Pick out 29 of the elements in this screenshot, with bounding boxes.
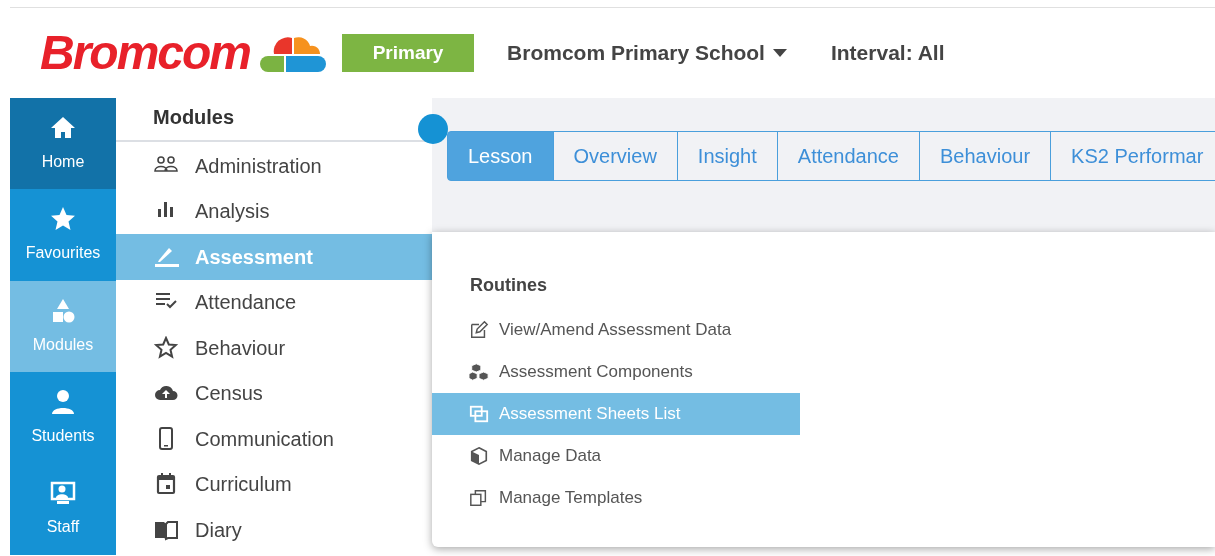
- copy-icon: [469, 404, 489, 424]
- module-item[interactable]: Behaviour: [116, 325, 432, 371]
- logo-text: Bromcom: [40, 29, 251, 77]
- caret-icon: [772, 49, 787, 57]
- module-item[interactable]: Curriculum: [116, 461, 432, 507]
- star-icon: [153, 335, 179, 360]
- routine-item[interactable]: View/Amend Assessment Data: [432, 309, 800, 351]
- phase-badge: Primary: [342, 34, 475, 72]
- cube-icon: [469, 446, 489, 466]
- toggle-handle[interactable]: [418, 114, 448, 144]
- module-item[interactable]: Diary: [116, 507, 432, 553]
- person-icon: [49, 387, 77, 416]
- panel-title: Modules: [153, 105, 235, 130]
- module-item[interactable]: Administration: [116, 143, 432, 189]
- interval-label: Interval: All: [830, 40, 945, 67]
- module-item[interactable]: Communication: [116, 416, 432, 462]
- school-dropdown[interactable]: Bromcom Primary School: [507, 37, 787, 69]
- cubes-icon: [469, 362, 489, 382]
- module-item[interactable]: Census: [116, 370, 432, 416]
- edit-icon: [469, 320, 489, 340]
- nav-item[interactable]: Home: [10, 98, 116, 190]
- routine-item[interactable]: Manage Data: [432, 435, 800, 477]
- module-item[interactable]: Attendance: [116, 279, 432, 325]
- routine-item[interactable]: Manage Templates: [432, 477, 800, 519]
- module-item[interactable]: Analysis: [116, 188, 432, 234]
- routine-item[interactable]: Assessment Components: [432, 351, 800, 393]
- clone-icon: [469, 488, 489, 508]
- cloud-logo-icon: [258, 34, 327, 72]
- section-title: Routines: [470, 275, 547, 295]
